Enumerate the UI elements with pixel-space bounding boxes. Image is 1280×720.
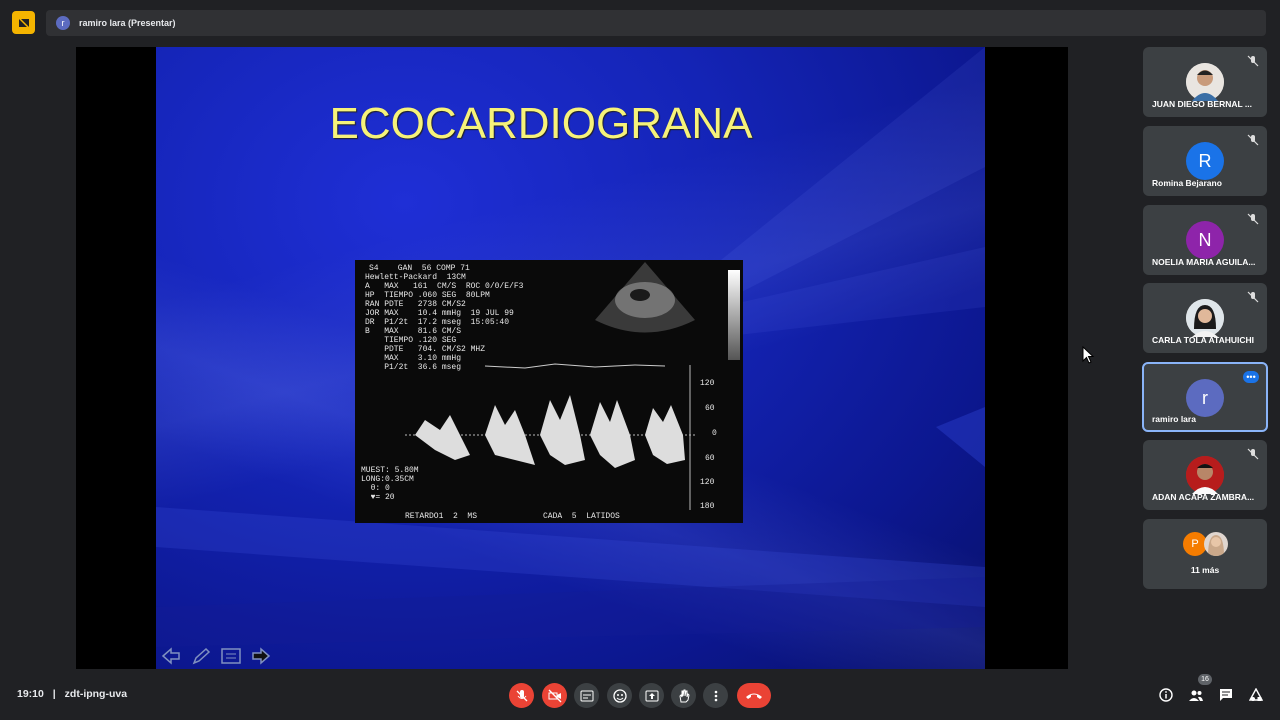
slide: ECOCARDIOGRANA S4 GAN 56 COMP 71 Hewlett… (156, 47, 985, 669)
chat-button[interactable] (1216, 685, 1236, 705)
present-stop-icon[interactable] (12, 11, 35, 34)
next-slide-icon[interactable] (250, 646, 272, 666)
participant-avatar: N (1186, 221, 1224, 259)
scale-label: 60 (705, 404, 715, 413)
echo-theta: θ: 0 (361, 484, 390, 493)
participant-name: CARLA TOLA ATAHUICHI (1152, 335, 1254, 345)
info-icon (1159, 688, 1173, 702)
participant-name: NOELIA MARIA AGUILA... (1152, 257, 1256, 267)
pen-icon[interactable] (190, 646, 212, 666)
echo-line: S4 GAN 56 COMP 71 (369, 264, 470, 273)
echo-line: HP TIEMPO .060 SEG 80LPM (365, 291, 490, 300)
more-participants-tile[interactable]: P 11 más (1143, 519, 1267, 589)
echo-line: DR P1/2t 17.2 mseg 15:05:40 (365, 318, 510, 327)
scale-label: 120 (700, 379, 715, 388)
clock-time: 19:10 (17, 688, 44, 700)
mic-off-icon (1247, 291, 1259, 303)
participant-tile-active[interactable]: r ••• ramiro lara (1142, 362, 1268, 432)
participant-tile[interactable]: JUAN DIEGO BERNAL ... (1143, 47, 1267, 117)
echo-retardo: RETARDO1 2 MS (405, 512, 478, 521)
hand-icon (678, 689, 690, 702)
presentation-banner: r ramiro lara (Presentar) (46, 10, 1266, 36)
participant-avatar (1186, 63, 1224, 101)
echo-line: Hewlett-Packard 13CM (365, 273, 466, 282)
presenter-label: ramiro lara (Presentar) (79, 18, 176, 28)
echo-line: TIEMPO .120 SEG (365, 336, 457, 345)
participant-name: JUAN DIEGO BERNAL ... (1152, 99, 1252, 109)
participant-tile[interactable]: R Romina Bejarano (1143, 126, 1267, 196)
presentation-stage: ECOCARDIOGRANA S4 GAN 56 COMP 71 Hewlett… (76, 47, 1068, 669)
slide-title: ECOCARDIOGRANA (329, 99, 753, 148)
separator: | (52, 688, 56, 700)
raise-hand-button[interactable] (671, 683, 696, 708)
mic-off-icon (516, 689, 527, 701)
chat-icon (1220, 689, 1232, 701)
present-button[interactable] (639, 683, 664, 708)
people-count-badge: 16 (1198, 674, 1212, 685)
captions-button[interactable] (574, 683, 599, 708)
echo-line: B MAX 81.6 CM/S (365, 327, 462, 336)
participant-tile[interactable]: N NOELIA MARIA AGUILA... (1143, 205, 1267, 275)
grayscale-bar (728, 270, 740, 360)
echo-cada: CADA 5 LATIDOS (543, 512, 620, 521)
more-vert-icon (714, 690, 717, 701)
participant-name: Romina Bejarano (1152, 178, 1222, 188)
mic-off-icon (1247, 448, 1259, 460)
emoji-button[interactable] (607, 683, 632, 708)
leave-call-button[interactable] (737, 683, 771, 708)
emoji-icon (612, 688, 627, 703)
echo-line: JOR MAX 10.4 mmHg 19 JUL 99 (365, 309, 514, 318)
mic-off-icon (1247, 55, 1259, 67)
presenter-avatar: r (56, 16, 70, 30)
mouse-cursor (1082, 346, 1095, 364)
meeting-info: 19:10 | zdt-ipng-uva (17, 688, 127, 700)
previous-slide-icon[interactable] (160, 646, 182, 666)
camera-off-icon (548, 689, 561, 702)
participant-avatar (1186, 456, 1224, 494)
more-options-button[interactable] (703, 683, 728, 708)
more-participants-label: 11 más (1190, 565, 1220, 575)
echo-line: A MAX 161 CM/S ROC 0/0/E/F3 (365, 282, 524, 291)
participant-avatar (1186, 299, 1224, 337)
participant-avatar: R (1186, 142, 1224, 180)
mic-off-icon (1247, 213, 1259, 225)
scale-label: 180 (700, 502, 715, 511)
meeting-details-button[interactable] (1156, 685, 1176, 705)
people-button[interactable] (1186, 685, 1206, 705)
echo-muest: MUEST: 5.80M (361, 466, 419, 475)
slide-controls (160, 646, 272, 666)
echo-long: LONG:0.35CM (361, 475, 414, 484)
participant-tile[interactable]: ADAN ACAPA ZAMBRA... (1143, 440, 1267, 510)
people-icon (1189, 690, 1203, 701)
more-options-icon[interactable]: ••• (1243, 371, 1259, 383)
echocardiogram-image: S4 GAN 56 COMP 71 Hewlett-Packard 13CM A… (355, 260, 743, 523)
scale-label: 0 (712, 429, 717, 438)
echo-line: RAN PDTE 2738 CM/S2 (365, 300, 466, 309)
echo-sector-scan (595, 262, 695, 333)
participant-name: ramiro lara (1152, 414, 1196, 424)
participant-name: ADAN ACAPA ZAMBRA... (1152, 492, 1255, 502)
participant-avatar (1204, 532, 1228, 556)
scale-label: 60 (705, 454, 715, 463)
mic-toggle-button[interactable] (509, 683, 534, 708)
hang-up-icon (746, 693, 762, 699)
slide-menu-icon[interactable] (220, 646, 242, 666)
participant-avatar: r (1186, 379, 1224, 417)
present-icon (645, 690, 658, 701)
meeting-code: zdt-ipng-uva (64, 688, 128, 700)
scale-label: 120 (700, 478, 715, 487)
mic-off-icon (1247, 134, 1259, 146)
echo-line: PDTE 704. CM/S2 MHZ (365, 345, 486, 354)
echo-v: ♥= 20 (361, 493, 395, 502)
activities-icon (1249, 688, 1263, 701)
camera-toggle-button[interactable] (542, 683, 567, 708)
activities-button[interactable] (1246, 685, 1266, 705)
participant-tile[interactable]: CARLA TOLA ATAHUICHI (1143, 283, 1267, 353)
doppler-spectrum (405, 363, 695, 510)
captions-icon (580, 690, 593, 701)
